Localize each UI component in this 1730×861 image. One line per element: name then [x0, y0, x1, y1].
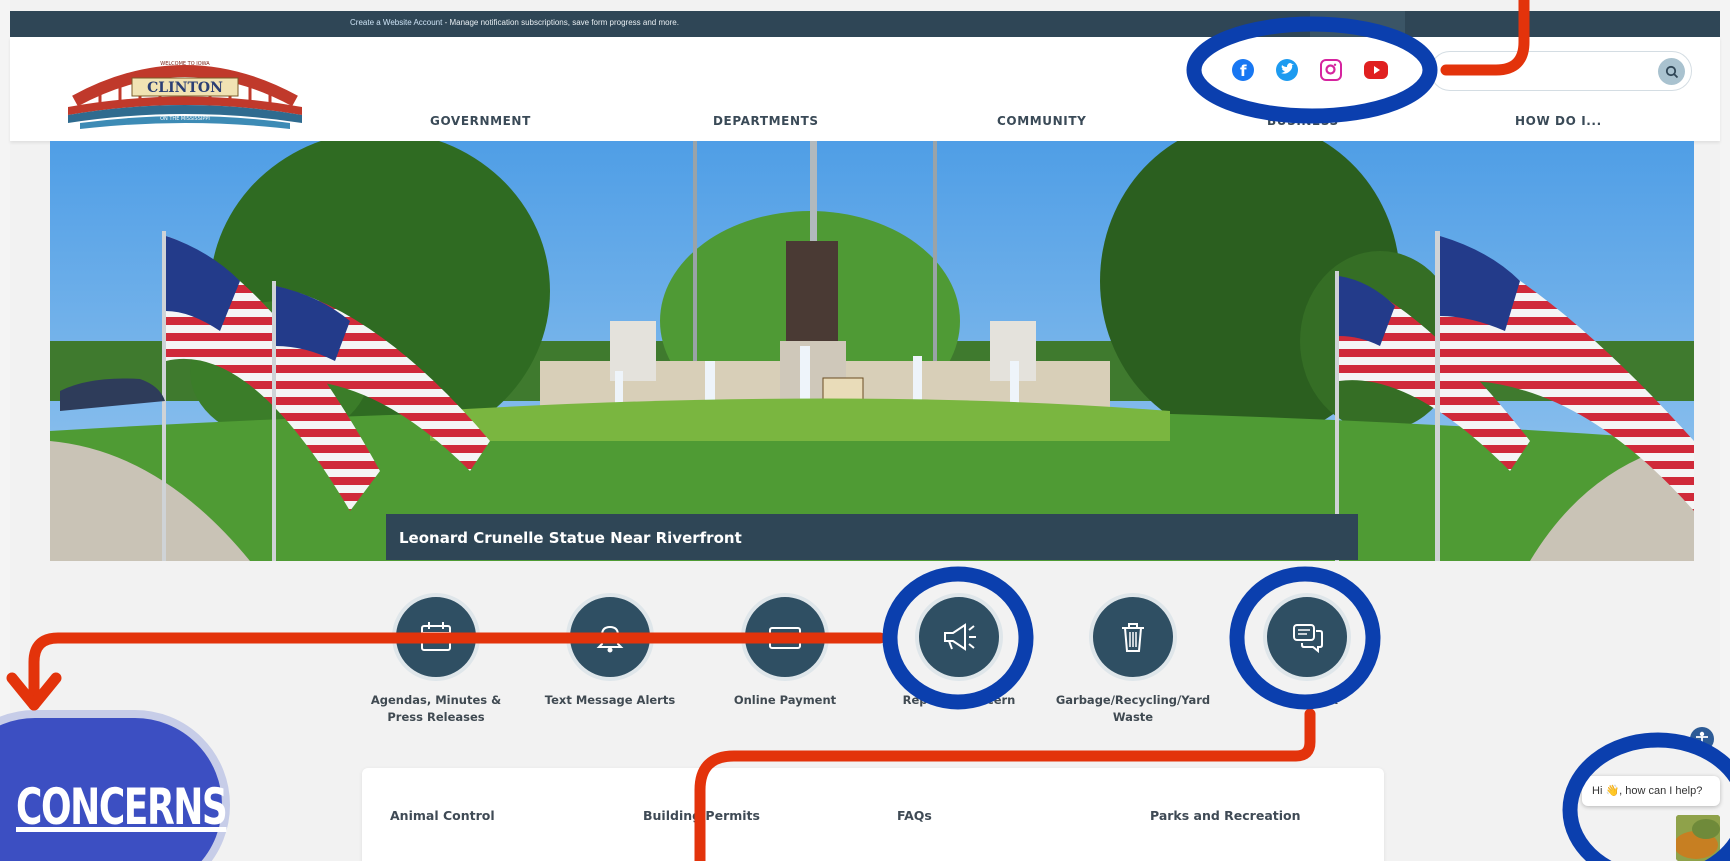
search-input[interactable]	[1445, 62, 1635, 82]
nav-departments[interactable]: DEPARTMENTS	[713, 114, 819, 128]
nav-business[interactable]: BUSINESS	[1267, 114, 1339, 128]
quick-link-report-concern[interactable]: Report a Concern	[879, 593, 1039, 709]
quick-link-garbage[interactable]: Garbage/Recycling/Yard Waste	[1053, 593, 1213, 726]
quick-link-label: Agendas, Minutes & Press Releases	[370, 693, 502, 724]
concerns-badge-text: CONCERNS	[16, 778, 228, 836]
chat-bubbles-icon	[1263, 593, 1351, 681]
link-parks-recreation[interactable]: Parks and Recreation	[1150, 808, 1301, 823]
popular-links-card: Animal Control Building Permits FAQs Par…	[362, 768, 1384, 861]
link-animal-control[interactable]: Animal Control	[390, 808, 495, 823]
quick-link-label: Garbage/Recycling/Yard Waste	[1055, 693, 1211, 724]
chat-avatar[interactable]	[1676, 815, 1720, 861]
credit-card-icon	[741, 593, 829, 681]
search-icon	[1665, 65, 1678, 78]
twitter-icon[interactable]	[1276, 59, 1298, 81]
concerns-badge: CONCERNS	[0, 710, 230, 861]
logo-arch-bottom: ON THE MISSISSIPPI	[160, 116, 210, 122]
quick-link-label: Report a Concern	[902, 693, 1016, 707]
chat-greeting[interactable]: Hi 👋, how can I help?	[1582, 776, 1720, 806]
logo-arch-top: WELCOME TO IOWA	[160, 61, 210, 67]
logo-text: CLINTON	[147, 80, 223, 96]
nav-how-do-i[interactable]: HOW DO I...	[1515, 114, 1602, 128]
top-notification-bar: Create a Website Account - Manage notifi…	[10, 11, 1720, 37]
trash-icon	[1089, 593, 1177, 681]
quick-link-label: Text Message Alerts	[544, 693, 676, 707]
link-faqs[interactable]: FAQs	[897, 808, 932, 823]
quick-link-online-payment[interactable]: Online Payment	[705, 593, 865, 709]
account-message: Create a Website Account - Manage notifi…	[350, 18, 679, 27]
city-logo[interactable]: CLINTON WELCOME TO IOWA ON THE MISSISSIP…	[60, 51, 310, 131]
megaphone-icon	[915, 593, 1003, 681]
instagram-icon[interactable]	[1320, 59, 1342, 81]
quick-link-agendas[interactable]: Agendas, Minutes & Press Releases	[356, 593, 516, 726]
search-box[interactable]	[1430, 51, 1692, 91]
calendar-icon	[392, 593, 480, 681]
hero-photo	[50, 141, 1694, 561]
search-button[interactable]	[1658, 58, 1685, 85]
create-account-link[interactable]: Create a Website Account	[350, 18, 442, 27]
youtube-icon[interactable]	[1364, 61, 1388, 79]
svg-text:f: f	[1240, 62, 1247, 80]
link-building-permits[interactable]: Building Permits	[643, 808, 760, 823]
nav-government[interactable]: GOVERNMENT	[430, 114, 531, 128]
quick-link-feedback[interactable]: Feedback	[1227, 593, 1387, 709]
accessibility-icon[interactable]	[1690, 727, 1714, 751]
hero-caption: Leonard Crunelle Statue Near Riverfront	[386, 514, 1358, 560]
nav-community[interactable]: COMMUNITY	[997, 114, 1086, 128]
quick-link-label: Feedback	[1276, 693, 1338, 707]
sign-in-area[interactable]	[1310, 11, 1405, 37]
facebook-icon[interactable]: f	[1232, 59, 1254, 81]
account-message-text: - Manage notification subscriptions, sav…	[442, 18, 679, 27]
hero-scene	[50, 141, 1694, 561]
quick-link-text-alerts[interactable]: Text Message Alerts	[530, 593, 690, 709]
quick-link-label: Online Payment	[733, 693, 837, 707]
site-header: CLINTON WELCOME TO IOWA ON THE MISSISSIP…	[10, 37, 1720, 141]
bell-icon	[566, 593, 654, 681]
clinton-logo-graphic: CLINTON WELCOME TO IOWA ON THE MISSISSIP…	[68, 61, 302, 129]
